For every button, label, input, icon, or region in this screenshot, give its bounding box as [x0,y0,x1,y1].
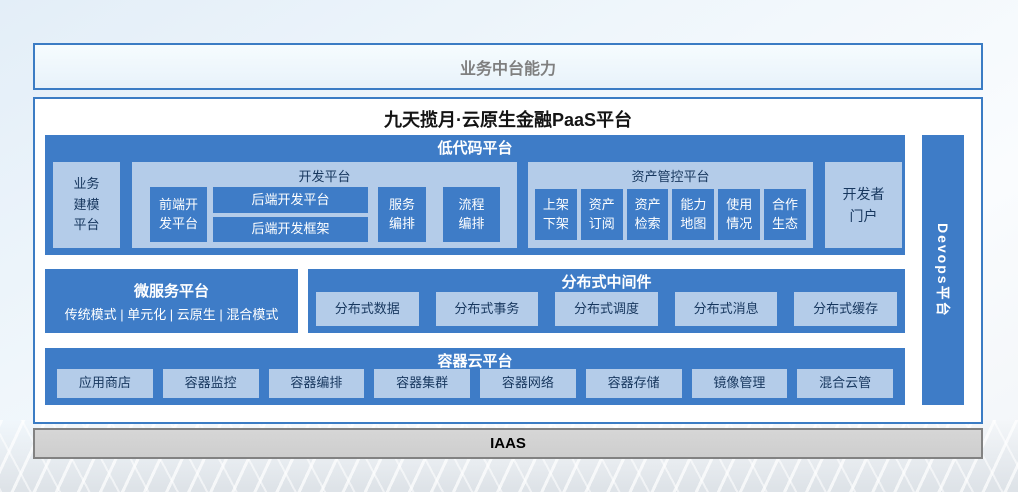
middleware-items-row: 分布式数据 分布式事务 分布式调度 分布式消息 分布式缓存 [316,292,897,326]
business-modeling-platform-box: 业务 建模 平台 [53,162,120,248]
asset-item-search-box: 资产 检索 [627,189,669,240]
microservice-modes-label: 传统模式 | 单元化 | 云原生 | 混合模式 [65,304,279,323]
distributed-cache-box: 分布式缓存 [794,292,897,326]
container-cluster-box: 容器集群 [374,369,470,398]
image-management-box: 镜像管理 [692,369,788,398]
lowcode-platform-section: 低代码平台 业务 建模 平台 开发平台 前端开 发平台 后端开发平台 后端开发框… [45,135,905,255]
container-orchestration-box: 容器编排 [269,369,365,398]
hybrid-cloud-mgmt-box: 混合云管 [797,369,893,398]
distributed-middleware-section: 分布式中间件 分布式数据 分布式事务 分布式调度 分布式消息 分布式缓存 [308,269,905,333]
app-store-box: 应用商店 [57,369,153,398]
container-items-row: 应用商店 容器监控 容器编排 容器集群 容器网络 容器存储 镜像管理 混合云管 [57,369,893,398]
microservice-platform-title: 微服务平台 [134,280,209,301]
distributed-message-box: 分布式消息 [675,292,778,326]
dev-platform-title: 开发平台 [132,166,517,185]
container-network-box: 容器网络 [480,369,576,398]
distributed-transaction-box: 分布式事务 [436,292,539,326]
devops-platform-bar: Devops平台 [922,135,964,405]
container-storage-box: 容器存储 [586,369,682,398]
service-orchestration-box: 服务 编排 [378,187,426,242]
backend-dev-platform-box: 后端开发平台 [213,187,368,213]
asset-item-capability-map-box: 能力 地图 [672,189,714,240]
frontend-dev-platform-box: 前端开 发平台 [150,187,207,242]
distributed-middleware-title: 分布式中间件 [308,271,905,292]
asset-control-title: 资产管控平台 [528,166,813,185]
container-cloud-section: 容器云平台 应用商店 容器监控 容器编排 容器集群 容器网络 容器存储 镜像管理… [45,348,905,405]
backend-stack: 后端开发平台 后端开发框架 [213,187,368,242]
business-midplatform-banner: 业务中台能力 [33,43,983,90]
developer-portal-box: 开发者 门户 [825,162,902,248]
asset-item-shelf-box: 上架 下架 [535,189,577,240]
asset-items-row: 上架 下架 资产 订阅 资产 检索 能力 地图 使用 情况 合作 生态 [535,189,806,240]
paas-platform-panel: 九天揽月·云原生金融PaaS平台 低代码平台 业务 建模 平台 开发平台 前端开… [33,97,983,424]
microservice-platform-section: 微服务平台 传统模式 | 单元化 | 云原生 | 混合模式 [45,269,298,333]
asset-item-ecosystem-box: 合作 生态 [764,189,806,240]
container-monitoring-box: 容器监控 [163,369,259,398]
asset-control-group: 资产管控平台 上架 下架 资产 订阅 资产 检索 能力 地图 使用 情况 合作 … [528,162,813,248]
iaas-label: IAAS [490,435,526,452]
distributed-scheduling-box: 分布式调度 [555,292,658,326]
iaas-bar: IAAS [33,428,983,459]
paas-platform-title: 九天揽月·云原生金融PaaS平台 [35,106,981,132]
process-orchestration-box: 流程 编排 [443,187,500,242]
lowcode-platform-title: 低代码平台 [45,137,905,158]
asset-item-usage-box: 使用 情况 [718,189,760,240]
distributed-data-box: 分布式数据 [316,292,419,326]
dev-platform-group: 开发平台 前端开 发平台 后端开发平台 后端开发框架 服务 编排 流程 编排 [132,162,517,248]
asset-item-subscription-box: 资产 订阅 [581,189,623,240]
business-midplatform-label: 业务中台能力 [460,55,556,79]
container-cloud-title: 容器云平台 [45,350,905,371]
backend-dev-framework-box: 后端开发框架 [213,217,368,243]
